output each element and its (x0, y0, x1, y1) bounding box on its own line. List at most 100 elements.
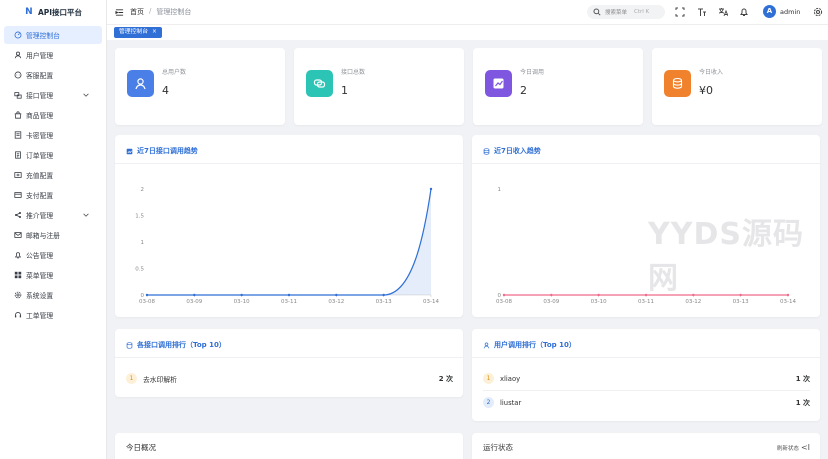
x-tick-label: 03-11 (281, 299, 297, 305)
today-income-card: 今日收入 ¥0 (652, 48, 822, 125)
database-icon (126, 341, 133, 349)
search-placeholder: 搜索菜单 (605, 10, 628, 16)
fullscreen-icon[interactable] (675, 7, 685, 17)
run-status-title: 运行状态 (483, 443, 513, 452)
sidebar-item-14[interactable]: 系统设置 (4, 286, 102, 304)
y-tick-label: 0.5 (135, 267, 144, 273)
total-apis-label: 接口总数 (341, 69, 366, 76)
panel-divider (472, 357, 820, 358)
sidebar-item-3[interactable]: 客服配置 (4, 66, 102, 84)
today-overview-panel: 今日概况 (115, 433, 463, 459)
tag-dashboard[interactable]: 管理控制台 × (114, 27, 162, 38)
sidebar-item-7[interactable]: 订单管理 (4, 146, 102, 164)
x-tick-label: 03-09 (186, 299, 202, 305)
menu-fold-icon[interactable] (115, 8, 124, 17)
username[interactable]: admin (780, 8, 800, 16)
data-point (550, 293, 553, 297)
sidebar-item-1[interactable]: 管理控制台 (4, 26, 102, 44)
series-line (146, 188, 432, 296)
sidebar-item-6[interactable]: 卡密管理 (4, 126, 102, 144)
sidebar-item-label: 推介管理 (26, 212, 54, 220)
data-point (287, 293, 291, 297)
link-icon (306, 70, 333, 97)
chat-icon (14, 71, 22, 79)
recharge-icon (14, 171, 22, 179)
user-icon (127, 70, 154, 97)
avatar[interactable]: A (763, 5, 776, 18)
refresh-button[interactable]: 刷新状态 <I (777, 443, 810, 452)
database-icon (664, 70, 691, 97)
rank-badge: 1 (126, 373, 137, 384)
rank-name: liustar (500, 398, 522, 407)
logo: N API接口平台 (0, 0, 106, 24)
api-ranking-title-text: 各接口调用排行（Top 10） (137, 341, 226, 349)
today-income-value: ¥0 (699, 84, 713, 97)
today-calls-card: 今日调用 2 (473, 48, 643, 125)
data-point (786, 293, 790, 297)
sidebar-item-label: 客服配置 (26, 72, 54, 80)
search-icon (593, 8, 601, 16)
sidebar-item-15[interactable]: 工单管理 (4, 306, 102, 324)
shop-icon (14, 111, 22, 119)
bell-icon (14, 251, 22, 259)
font-size-icon[interactable] (697, 7, 707, 17)
data-point (382, 293, 385, 297)
sidebar-item-9[interactable]: 支付配置 (4, 186, 102, 204)
sidebar-item-10[interactable]: 推介管理 (4, 206, 102, 224)
breadcrumb-home[interactable]: 首页 (130, 7, 144, 17)
panel-divider (115, 357, 463, 358)
sidebar-item-11[interactable]: 邮箱与注册 (4, 226, 102, 244)
api-ranking-title: 各接口调用排行（Top 10） (126, 340, 226, 350)
data-point (644, 293, 648, 297)
app-title: API接口平台 (37, 7, 83, 17)
api-ranking-panel: 各接口调用排行（Top 10） 1 去水印解析 2 次 (115, 329, 463, 397)
x-tick-label: 03-14 (423, 299, 439, 305)
y-tick-label: 2 (141, 187, 145, 193)
sidebar-item-label: 支付配置 (26, 192, 54, 200)
sidebar-item-4[interactable]: 接口管理 (4, 86, 102, 104)
card-icon (14, 131, 22, 139)
x-tick-label: 03-08 (496, 299, 512, 305)
total-users-card: 总用户数 4 (115, 48, 285, 125)
sidebar-item-8[interactable]: 充值配置 (4, 166, 102, 184)
logo-icon: N (25, 7, 33, 17)
sidebar-item-label: 公告管理 (26, 252, 54, 260)
trend-icon (485, 70, 512, 97)
menu-grid-icon (14, 271, 22, 279)
sidebar-item-label: 工单管理 (26, 312, 54, 320)
sidebar-item-12[interactable]: 公告管理 (4, 246, 102, 264)
x-tick-label: 03-14 (780, 299, 796, 305)
income-trend-panel: 近7日收入趋势 0 1 03-08 03-09 03-10 03-11 03-12 03-13… (472, 135, 820, 317)
calls-trend-chart: 00.511.5203-08 03-09 03-10 03-11 03-12 03-13 0… (135, 187, 439, 305)
rank-entry: 1 xliaoy (483, 372, 520, 385)
sidebar-item-label: 系统设置 (26, 292, 54, 300)
x-tick-label: 03-08 (139, 299, 155, 305)
x-tick-label: 03-13 (733, 299, 749, 305)
translate-icon[interactable] (718, 7, 728, 17)
sidebar: N API接口平台 管理控制台用户管理客服配置接口管理商品管理卡密管理订单管理充… (0, 0, 107, 459)
bell-icon[interactable] (739, 7, 749, 17)
tags-view: 管理控制台 × (107, 24, 828, 40)
sidebar-item-5[interactable]: 商品管理 (4, 106, 102, 124)
tag-close-icon[interactable]: × (152, 27, 157, 38)
headset-icon (14, 311, 22, 319)
run-status-panel: 运行状态 刷新状态 <I (472, 433, 820, 459)
sidebar-item-13[interactable]: 菜单管理 (4, 266, 102, 284)
data-point (335, 293, 338, 297)
sidebar-item-label: 订单管理 (26, 152, 54, 160)
sidebar-item-label: 接口管理 (26, 92, 54, 100)
user-ranking-title: 用户调用排行（Top 10） (483, 340, 576, 350)
sidebar-item-label: 商品管理 (26, 112, 54, 120)
refresh-label: 刷新状态 (776, 445, 799, 452)
top-header: 首页 / 管理控制台 搜索菜单 Ctrl K A admin (107, 0, 828, 24)
today-income-label: 今日收入 (699, 69, 724, 76)
data-point (597, 293, 600, 297)
rank-name: xliaoy (500, 374, 521, 383)
sidebar-item-2[interactable]: 用户管理 (4, 46, 102, 64)
rank-badge: 2 (483, 397, 494, 408)
rank-count: 2 次 (438, 375, 453, 383)
search-input[interactable]: 搜索菜单 Ctrl K (587, 5, 665, 19)
gear-icon[interactable] (813, 7, 823, 17)
gear-icon (14, 291, 22, 299)
user-icon (14, 51, 22, 59)
